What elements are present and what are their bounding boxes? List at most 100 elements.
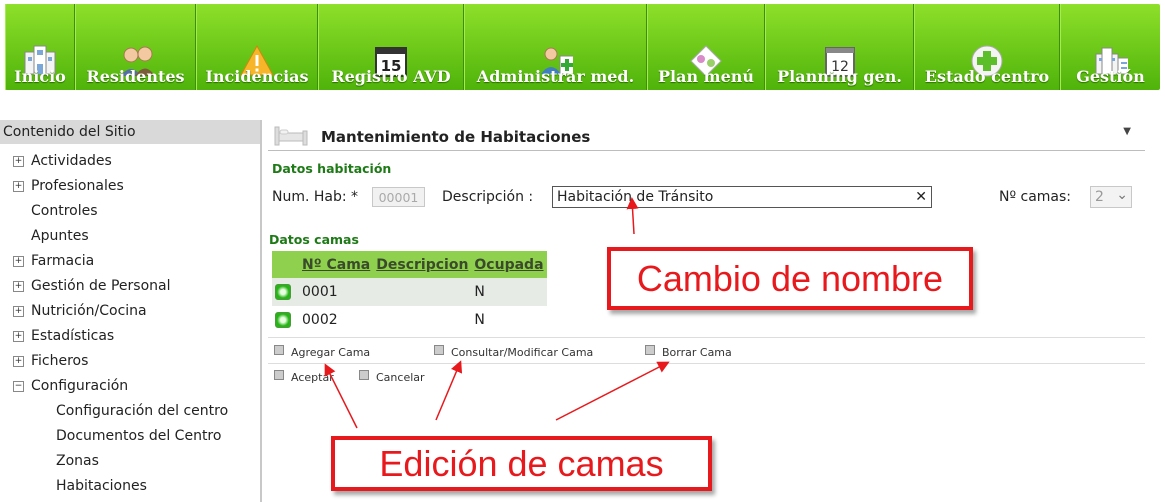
nav-label: Inicio (14, 67, 66, 86)
accept-button[interactable]: Aceptar (274, 370, 334, 384)
num-hab-field[interactable]: 00001 (372, 187, 425, 207)
column-header-num-cama[interactable]: Nº Cama (299, 251, 374, 278)
cancel-button[interactable]: Cancelar (359, 370, 425, 384)
sidebar-subitem-habitaciones[interactable]: Habitaciones (0, 474, 260, 499)
divider (268, 337, 1145, 338)
collapse-icon[interactable]: − (13, 381, 24, 392)
sidebar-subitem-config-centro[interactable]: Configuración del centro (0, 399, 260, 424)
description-input[interactable]: Habitación de Tránsito ✕ (552, 186, 932, 208)
sidebar-item-configuracion[interactable]: − Configuración (0, 374, 260, 399)
sidebar-item-label: Configuración (31, 378, 129, 394)
expand-icon[interactable]: + (13, 256, 24, 267)
bed-occupied-cell: N (474, 312, 485, 328)
nav-label: Estado centro (924, 67, 1050, 86)
sidebar-item-farmacia[interactable]: + Farmacia (0, 249, 260, 274)
expand-icon[interactable]: + (13, 331, 24, 342)
nav-planning-gen[interactable]: 12 Planning gen. (765, 4, 914, 90)
sidebar-title: Contenido del Sitio (0, 120, 260, 144)
add-bed-button[interactable]: Agregar Cama (274, 345, 370, 359)
nav-label: Incidencias (205, 67, 309, 86)
sidebar-subitem-zonas[interactable]: Zonas (0, 449, 260, 474)
expand-icon[interactable]: + (13, 281, 24, 292)
expand-icon[interactable]: + (13, 156, 24, 167)
sidebar-item-controles[interactable]: Controles (0, 199, 260, 224)
nav-residentes[interactable]: Residentes (75, 4, 196, 90)
nav-label: Gestión (1076, 67, 1145, 86)
nav-administrar-med[interactable]: Administrar med. (464, 4, 647, 90)
edit-bed-button[interactable]: Consultar/Modificar Cama (434, 345, 593, 359)
nav-label: Residentes (86, 67, 185, 86)
sidebar-item-label: Configuración del centro (56, 403, 229, 419)
row-select-icon[interactable] (275, 312, 291, 328)
sidebar-item-label: Habitaciones (56, 478, 147, 494)
expand-icon[interactable]: + (13, 306, 24, 317)
top-navigation-bar: Inicio Residentes Incidencias 15 Registr… (5, 4, 1160, 90)
sidebar-item-label: Ficheros (31, 353, 89, 369)
delete-bed-button[interactable]: Borrar Cama (645, 345, 732, 359)
expand-icon[interactable]: + (13, 181, 24, 192)
sidebar-subitem-documentos[interactable]: Documentos del Centro (0, 424, 260, 449)
collapse-panel-icon[interactable]: ▼ (1123, 126, 1131, 137)
sidebar-item-apuntes[interactable]: Apuntes (0, 224, 260, 249)
num-hab-label: Num. Hab: * (272, 189, 359, 205)
button-label: Cancelar (376, 371, 425, 384)
beds-count-label: Nº camas: (999, 189, 1072, 205)
bed-occupied-cell: N (471, 278, 547, 306)
sidebar-item-label: Estadísticas (31, 328, 115, 344)
table-header-row: Nº Cama Descripcion Ocupada (272, 251, 547, 278)
clear-input-icon[interactable]: ✕ (915, 187, 927, 207)
sidebar-item-label: Zonas (56, 453, 99, 469)
button-icon (274, 345, 284, 355)
sidebar-item-label: Apuntes (31, 228, 89, 244)
beds-count-select[interactable]: 2 ⌄ (1090, 186, 1132, 208)
nav-plan-menu[interactable]: Plan menú (647, 4, 765, 90)
nav-label: Planning gen. (777, 67, 902, 86)
column-header-descripcion[interactable]: Descripcion (373, 251, 472, 278)
row-select-cell (272, 306, 299, 334)
table-row[interactable]: 0002 N (272, 306, 547, 334)
beds-count-value: 2 (1095, 189, 1104, 205)
button-icon (359, 370, 369, 380)
bed-description-cell (373, 306, 471, 334)
nav-label: Plan menú (657, 67, 755, 86)
sidebar-item-actividades[interactable]: + Actividades (0, 149, 260, 174)
annotation-rename: Cambio de nombre (607, 247, 973, 310)
sidebar-item-label: Nutrición/Cocina (31, 303, 147, 319)
sidebar-item-label: Documentos del Centro (56, 428, 222, 444)
description-value: Habitación de Tránsito (557, 189, 714, 205)
table-row[interactable]: 0001 N (272, 278, 547, 306)
sidebar-item-nutricion[interactable]: + Nutrición/Cocina (0, 299, 260, 324)
nav-gestion[interactable]: Gestión (1060, 4, 1160, 90)
bed-description-cell (373, 278, 472, 306)
sidebar-item-profesionales[interactable]: + Profesionales (0, 174, 260, 199)
chevron-down-icon: ⌄ (1116, 187, 1128, 203)
button-label: Aceptar (291, 371, 334, 384)
nav-label: Administrar med. (476, 67, 635, 86)
nav-registro-avd[interactable]: 15 Registro AVD (318, 4, 464, 90)
expand-icon[interactable]: + (13, 356, 24, 367)
section-beds-data: Datos camas (269, 232, 359, 247)
bed-icon (272, 123, 310, 147)
bed-number-cell: 0001 (299, 278, 374, 306)
section-room-data: Datos habitación (272, 161, 392, 176)
nav-estado-centro[interactable]: Estado centro (914, 4, 1060, 90)
sidebar-item-label: Controles (31, 203, 98, 219)
sidebar-item-label: Profesionales (31, 178, 124, 194)
beds-table: Nº Cama Descripcion Ocupada 0001 N 0002 … (272, 251, 547, 334)
page-title: Mantenimiento de Habitaciones (321, 128, 591, 146)
sidebar-item-gestion-personal[interactable]: + Gestión de Personal (0, 274, 260, 299)
row-select-cell (272, 278, 299, 306)
select-column-header (272, 251, 299, 278)
button-label: Consultar/Modificar Cama (451, 346, 594, 359)
sidebar-item-label: Actividades (31, 153, 112, 169)
row-select-icon[interactable] (275, 284, 291, 300)
nav-inicio[interactable]: Inicio (5, 4, 75, 90)
nav-incidencias[interactable]: Incidencias (196, 4, 318, 90)
divider (268, 363, 1145, 364)
column-header-ocupada[interactable]: Ocupada (471, 251, 547, 278)
sidebar-item-ficheros[interactable]: + Ficheros (0, 349, 260, 374)
button-label: Borrar Cama (662, 346, 732, 359)
annotation-beds-edit: Edición de camas (331, 436, 712, 491)
panel-header: Mantenimiento de Habitaciones ▼ (268, 120, 1145, 151)
sidebar-item-estadisticas[interactable]: + Estadísticas (0, 324, 260, 349)
